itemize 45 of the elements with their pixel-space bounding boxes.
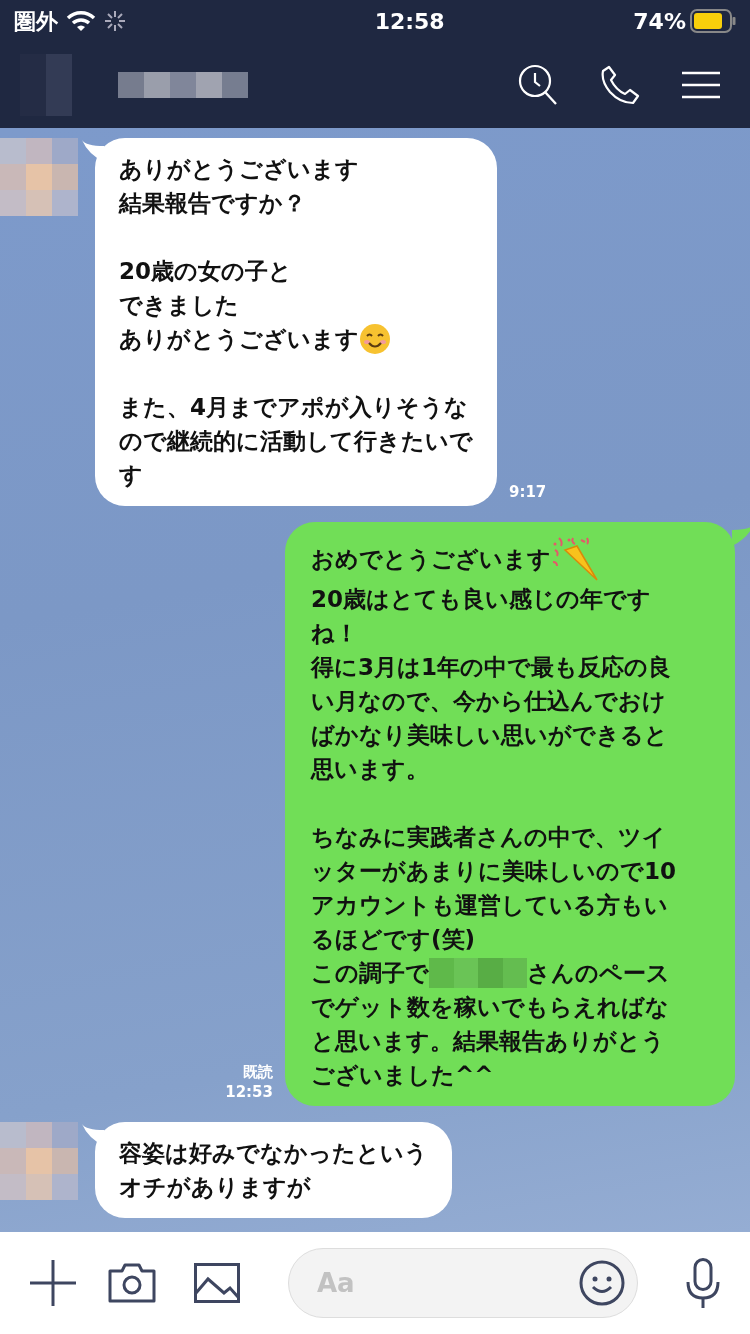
message-text: また、4月までアポが入りそうな <box>119 393 469 422</box>
message-text: 20歳の女の子と <box>119 257 293 286</box>
message-time: 9:17 <box>509 482 547 502</box>
plus-icon[interactable] <box>30 1260 76 1306</box>
message-text: おめでとうございます <box>311 545 551 574</box>
smiley-emoji-icon <box>359 323 391 355</box>
battery-icon <box>690 9 736 33</box>
message-text: アカウントも運営している方もい <box>311 891 669 920</box>
message-text: ありがとうございます <box>119 325 359 354</box>
spinner-icon <box>104 10 126 32</box>
phone-icon[interactable] <box>600 65 640 105</box>
wifi-icon <box>66 10 96 32</box>
message-text: ばかなり美味しい思いができると <box>311 721 669 750</box>
message-text: ね！ <box>311 619 359 648</box>
message-text: と思います。結果報告ありがとう <box>311 1027 666 1056</box>
party-popper-icon <box>551 536 601 582</box>
message-text: 容姿は好みでなかったという <box>119 1139 428 1168</box>
message-text: 20歳はとても良い感じの年です <box>311 585 652 614</box>
message-time: 12:53 <box>225 1082 273 1102</box>
clock-search-icon[interactable] <box>518 64 558 106</box>
message-text: ございました^^ <box>311 1061 495 1090</box>
message-text: でゲット数を稼いでもらえればな <box>311 993 670 1022</box>
message-text: オチがありますが <box>119 1173 312 1202</box>
message-text: できました <box>119 291 240 320</box>
emoji-icon[interactable] <box>579 1260 625 1306</box>
read-receipt: 既読 <box>242 1062 273 1082</box>
microphone-icon[interactable] <box>686 1258 720 1308</box>
camera-icon[interactable] <box>108 1263 156 1303</box>
menu-icon[interactable] <box>682 71 720 99</box>
message-text: ッターがあまりに美味しいので10 <box>311 857 677 886</box>
message-text: ちなみに実践者さんの中で、ツイ <box>311 823 667 852</box>
message-text: るほどです(笑) <box>311 925 477 954</box>
message-text: す <box>119 461 144 490</box>
battery-percent: 74% <box>633 7 686 36</box>
message-text: さんのペース <box>527 959 670 988</box>
message-text: ありがとうございます <box>119 155 360 184</box>
message-text: 結果報告ですか？ <box>119 189 307 218</box>
message-text: この調子で <box>311 959 429 988</box>
message-text: ので継続的に活動して行きたいで <box>119 427 473 456</box>
status-time: 12:58 <box>374 7 445 36</box>
message-text: 思います。 <box>311 755 430 784</box>
message-text: 得に3月は1年の中で最も反応の良 <box>311 653 672 682</box>
message-text: い月なので、今から仕込んでおけ <box>311 687 667 716</box>
image-icon[interactable] <box>194 1263 240 1303</box>
carrier-text: 圏外 <box>14 7 58 36</box>
